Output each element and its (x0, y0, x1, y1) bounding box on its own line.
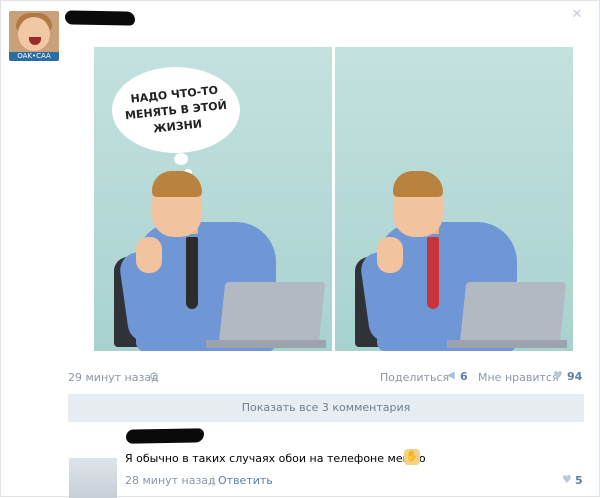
comment-like-count: 5 (575, 474, 583, 487)
comic-panel-right[interactable] (335, 47, 573, 351)
black-tie (186, 237, 198, 309)
commenter-avatar-image (69, 458, 117, 498)
like-button[interactable]: Мне нравится (478, 371, 559, 384)
post-timestamp[interactable]: 29 минут назад (68, 371, 159, 384)
comment-separator: | (211, 474, 215, 487)
avatar-face (18, 17, 50, 51)
comment-timestamp[interactable]: 28 минут назад (125, 474, 216, 487)
comic-panel-left[interactable]: надо что-то менять в этой жизни (94, 47, 332, 351)
avatar-badge: OAK•CAA (9, 52, 59, 61)
praying-hands-icon: ✋ (404, 449, 420, 465)
heart-icon[interactable]: ♥ (562, 473, 572, 486)
red-tie (427, 237, 439, 309)
show-all-comments-button[interactable]: Показать все 3 комментария (68, 394, 584, 422)
gear-icon[interactable]: ⚙ (149, 370, 159, 383)
like-count: 94 (567, 370, 583, 383)
author-avatar[interactable]: OAK•CAA (9, 11, 59, 61)
commenter-avatar[interactable] (69, 458, 117, 498)
share-count: 6 (460, 370, 468, 383)
laptop (459, 282, 567, 344)
post-card: OAK•CAA ✕ надо что-то менять в этой жизн… (0, 0, 600, 498)
redacted-author-name (64, 10, 136, 26)
laptop (218, 282, 326, 344)
thought-bubble-dot (174, 153, 188, 165)
close-icon[interactable]: ✕ (570, 8, 584, 22)
megaphone-icon[interactable]: ◀ (447, 370, 455, 381)
man-hand (377, 237, 403, 273)
man-hand (136, 237, 162, 273)
heart-icon[interactable]: ♥ (553, 369, 563, 382)
laptop-base (206, 340, 326, 348)
laptop-base (447, 340, 567, 348)
reply-link[interactable]: Ответить (218, 474, 273, 487)
redacted-commenter-name (125, 428, 205, 444)
comment-text: Я обычно в таких случаях обои на телефон… (125, 452, 426, 465)
share-button[interactable]: Поделиться (380, 371, 449, 384)
